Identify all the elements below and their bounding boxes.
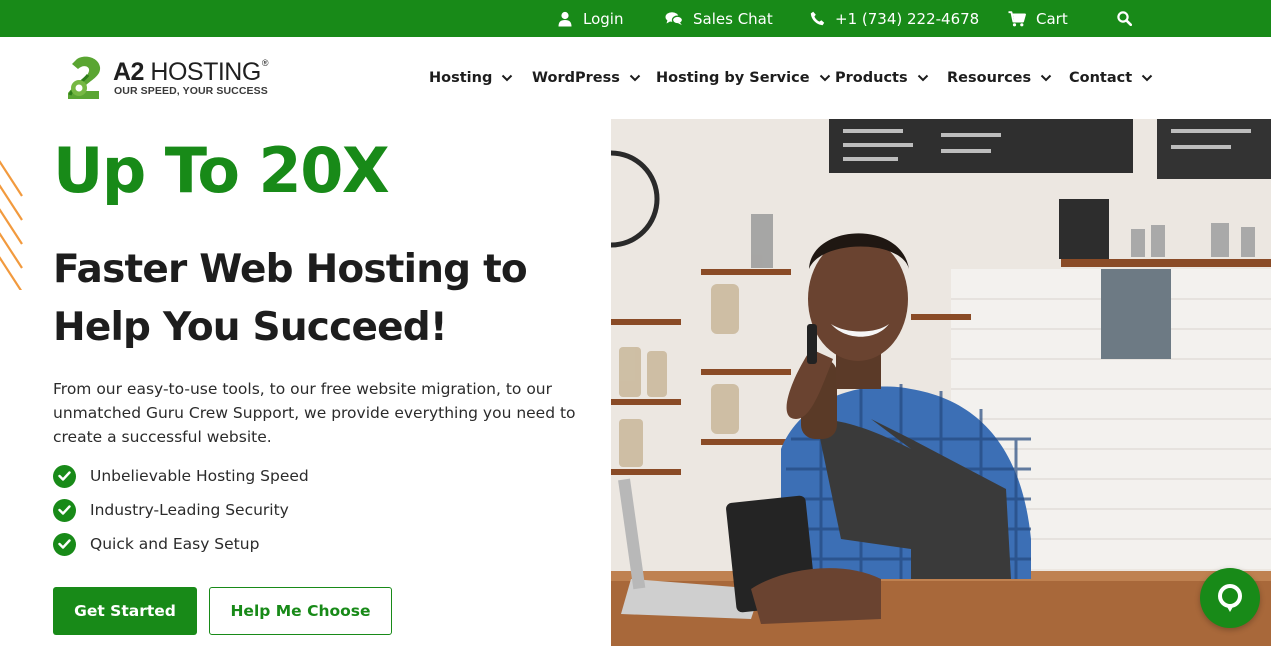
nav-label: Hosting by Service — [656, 70, 810, 86]
login-label: Login — [583, 9, 624, 28]
a2-hosting-logo[interactable]: A2 HOSTING® OUR SPEED, YOUR SUCCESS — [66, 55, 286, 103]
login-link[interactable]: Login — [557, 0, 623, 37]
phone-icon — [810, 11, 825, 26]
search-icon — [1117, 11, 1132, 26]
nav-item-wordpress[interactable]: WordPress — [532, 37, 641, 119]
phone-number: +1 (734) 222-4678 — [835, 9, 980, 28]
nav-label: Hosting — [429, 70, 493, 86]
nav-label: Contact — [1069, 70, 1133, 86]
chevron-down-icon — [1040, 74, 1052, 82]
logo-wordmark: A2 HOSTING® — [113, 58, 268, 86]
feature-item: Unbelievable Hosting Speed — [53, 459, 309, 493]
get-started-button[interactable]: Get Started — [53, 587, 197, 635]
chat-widget-button[interactable] — [1200, 568, 1260, 628]
help-me-choose-button[interactable]: Help Me Choose — [209, 587, 392, 635]
nav-item-hosting[interactable]: Hosting — [429, 37, 513, 119]
decorative-stripes — [0, 160, 23, 290]
chat-widget-icon — [1218, 584, 1242, 612]
cart-icon — [1008, 10, 1026, 26]
check-circle-icon — [53, 498, 76, 522]
search-button[interactable] — [1117, 0, 1132, 37]
sales-chat-link[interactable]: Sales Chat — [665, 0, 773, 37]
nav-item-contact[interactable]: Contact — [1069, 37, 1153, 119]
hero-image — [611, 119, 1271, 646]
feature-label: Unbelievable Hosting Speed — [90, 467, 309, 485]
main-header: A2 HOSTING® OUR SPEED, YOUR SUCCESS Host… — [0, 37, 1271, 119]
top-utility-bar: Login Sales Chat +1 (734) 222-4678 Cart — [0, 0, 1271, 37]
logo-tagline: OUR SPEED, YOUR SUCCESS — [114, 85, 268, 97]
nav-item-products[interactable]: Products — [835, 37, 929, 119]
nav-item-resources[interactable]: Resources — [947, 37, 1052, 119]
hero-subheadline: Faster Web Hosting to Help You Succeed! — [53, 247, 528, 350]
hero-photo-illustration — [611, 119, 1271, 646]
user-icon — [558, 11, 572, 26]
feature-label: Quick and Easy Setup — [90, 535, 260, 553]
chevron-down-icon — [1141, 74, 1153, 82]
sales-chat-label: Sales Chat — [693, 9, 773, 28]
nav-label: Resources — [947, 70, 1032, 86]
nav-label: WordPress — [532, 70, 620, 86]
feature-item: Industry-Leading Security — [53, 493, 309, 527]
chat-bubbles-icon — [665, 12, 683, 25]
nav-item-hosting-by-service[interactable]: Hosting by Service — [656, 37, 831, 119]
nav-label: Products — [835, 70, 908, 86]
hero-headline: Up To 20X — [53, 134, 390, 207]
logo-mark-icon — [68, 56, 101, 99]
feature-label: Industry-Leading Security — [90, 501, 289, 519]
chevron-down-icon — [917, 74, 928, 82]
check-circle-icon — [53, 464, 76, 488]
cart-link[interactable]: Cart — [1008, 0, 1068, 37]
chevron-down-icon — [819, 74, 830, 82]
feature-list: Unbelievable Hosting Speed Industry-Lead… — [53, 459, 309, 561]
phone-link[interactable]: +1 (734) 222-4678 — [810, 0, 979, 37]
hero-description: From our easy-to-use tools, to our free … — [53, 380, 576, 446]
cart-label: Cart — [1036, 9, 1068, 28]
feature-item: Quick and Easy Setup — [53, 527, 309, 561]
check-circle-icon — [53, 532, 76, 556]
chevron-down-icon — [502, 74, 513, 82]
chevron-down-icon — [629, 74, 641, 82]
